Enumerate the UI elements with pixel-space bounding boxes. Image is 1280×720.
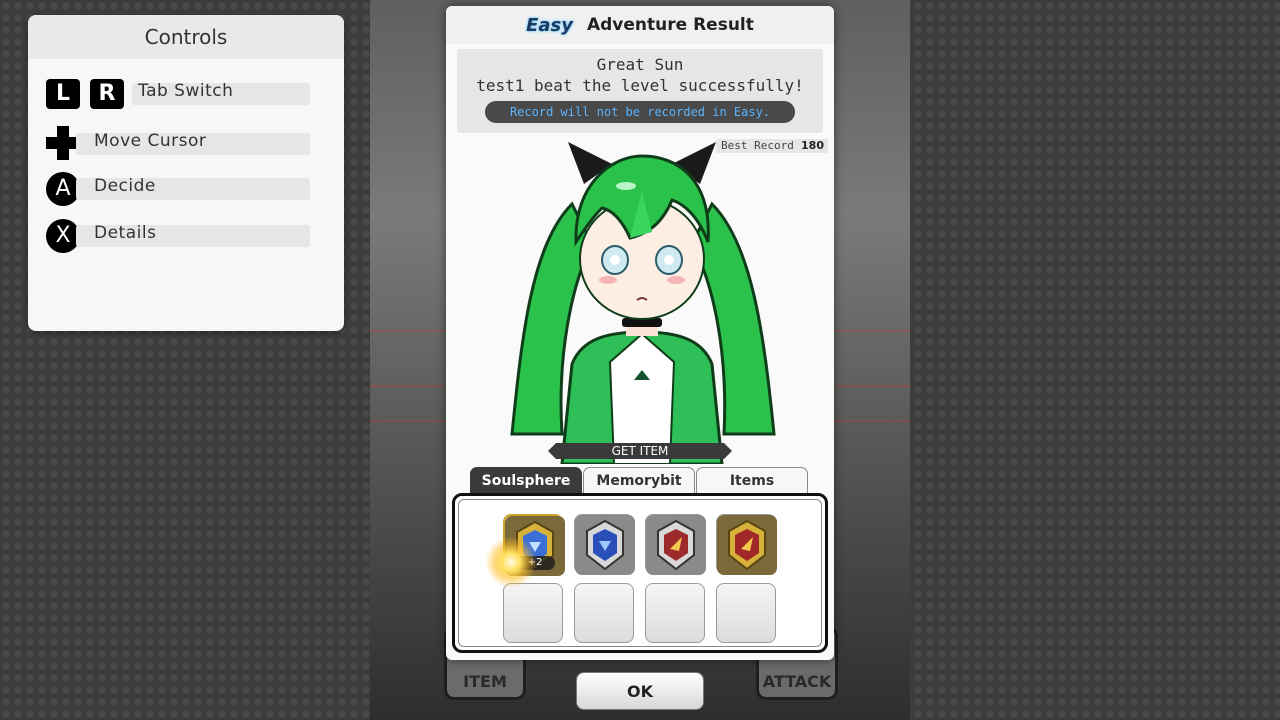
difficulty-label: Easy [526,14,573,36]
item-slot[interactable] [716,514,777,575]
tab-soulsphere[interactable]: Soulsphere [470,467,582,495]
get-item-banner: GET ITEM [548,443,732,459]
control-tab-switch: L R Tab Switch [46,79,310,109]
tab-items[interactable]: Items [696,467,808,495]
item-slot[interactable]: +2 [503,514,565,576]
silver-blue-soulsphere-icon [575,515,635,575]
x-button-icon: X [46,219,80,253]
stage-name: Great Sun [596,55,684,74]
gold-red-soulsphere-icon [717,515,777,575]
character-portrait [510,142,776,464]
best-record-value: 180 [801,139,824,152]
a-button-icon: A [46,172,80,206]
selection-sparkle-icon [485,536,537,588]
r-button-icon: R [90,79,124,109]
empty-item-slot[interactable] [645,583,705,643]
adventure-result-dialog: Easy Adventure Result Great Sun test1 be… [446,6,834,660]
dialog-title: Adventure Result [586,15,754,35]
control-label-move-cursor: Move Cursor [94,131,207,151]
control-label-decide: Decide [94,176,156,196]
control-move-cursor: Move Cursor [46,126,310,160]
controls-panel: Controls L R Tab Switch Move Cursor A De… [28,15,344,331]
empty-item-slot[interactable] [503,583,563,643]
empty-item-slot[interactable] [574,583,634,643]
empty-item-slot[interactable] [716,583,776,643]
dpad-icon [46,126,80,160]
control-details: X Details [46,219,310,253]
item-panel: +2 [452,493,828,653]
record-note: Record will not be recorded in Easy. [485,101,795,123]
item-slot[interactable] [574,514,635,575]
ok-button[interactable]: OK [576,672,704,710]
item-slot[interactable] [645,514,706,575]
control-label-tab-switch: Tab Switch [138,81,234,101]
result-message: test1 beat the level successfully! [476,76,804,95]
item-tabs: Soulsphere Memorybit Items [470,467,810,495]
silver-red-soulsphere-icon [646,515,706,575]
tab-memorybit[interactable]: Memorybit [583,467,695,495]
result-info-box: Great Sun test1 beat the level successfu… [457,49,823,133]
item-quantity: +2 [515,556,555,570]
gold-blue-soulsphere-icon [505,516,565,576]
control-label-details: Details [94,223,157,243]
dialog-header: Easy Adventure Result [446,6,834,44]
control-decide: A Decide [46,172,310,206]
controls-title: Controls [28,15,344,59]
l-button-icon: L [46,79,80,109]
